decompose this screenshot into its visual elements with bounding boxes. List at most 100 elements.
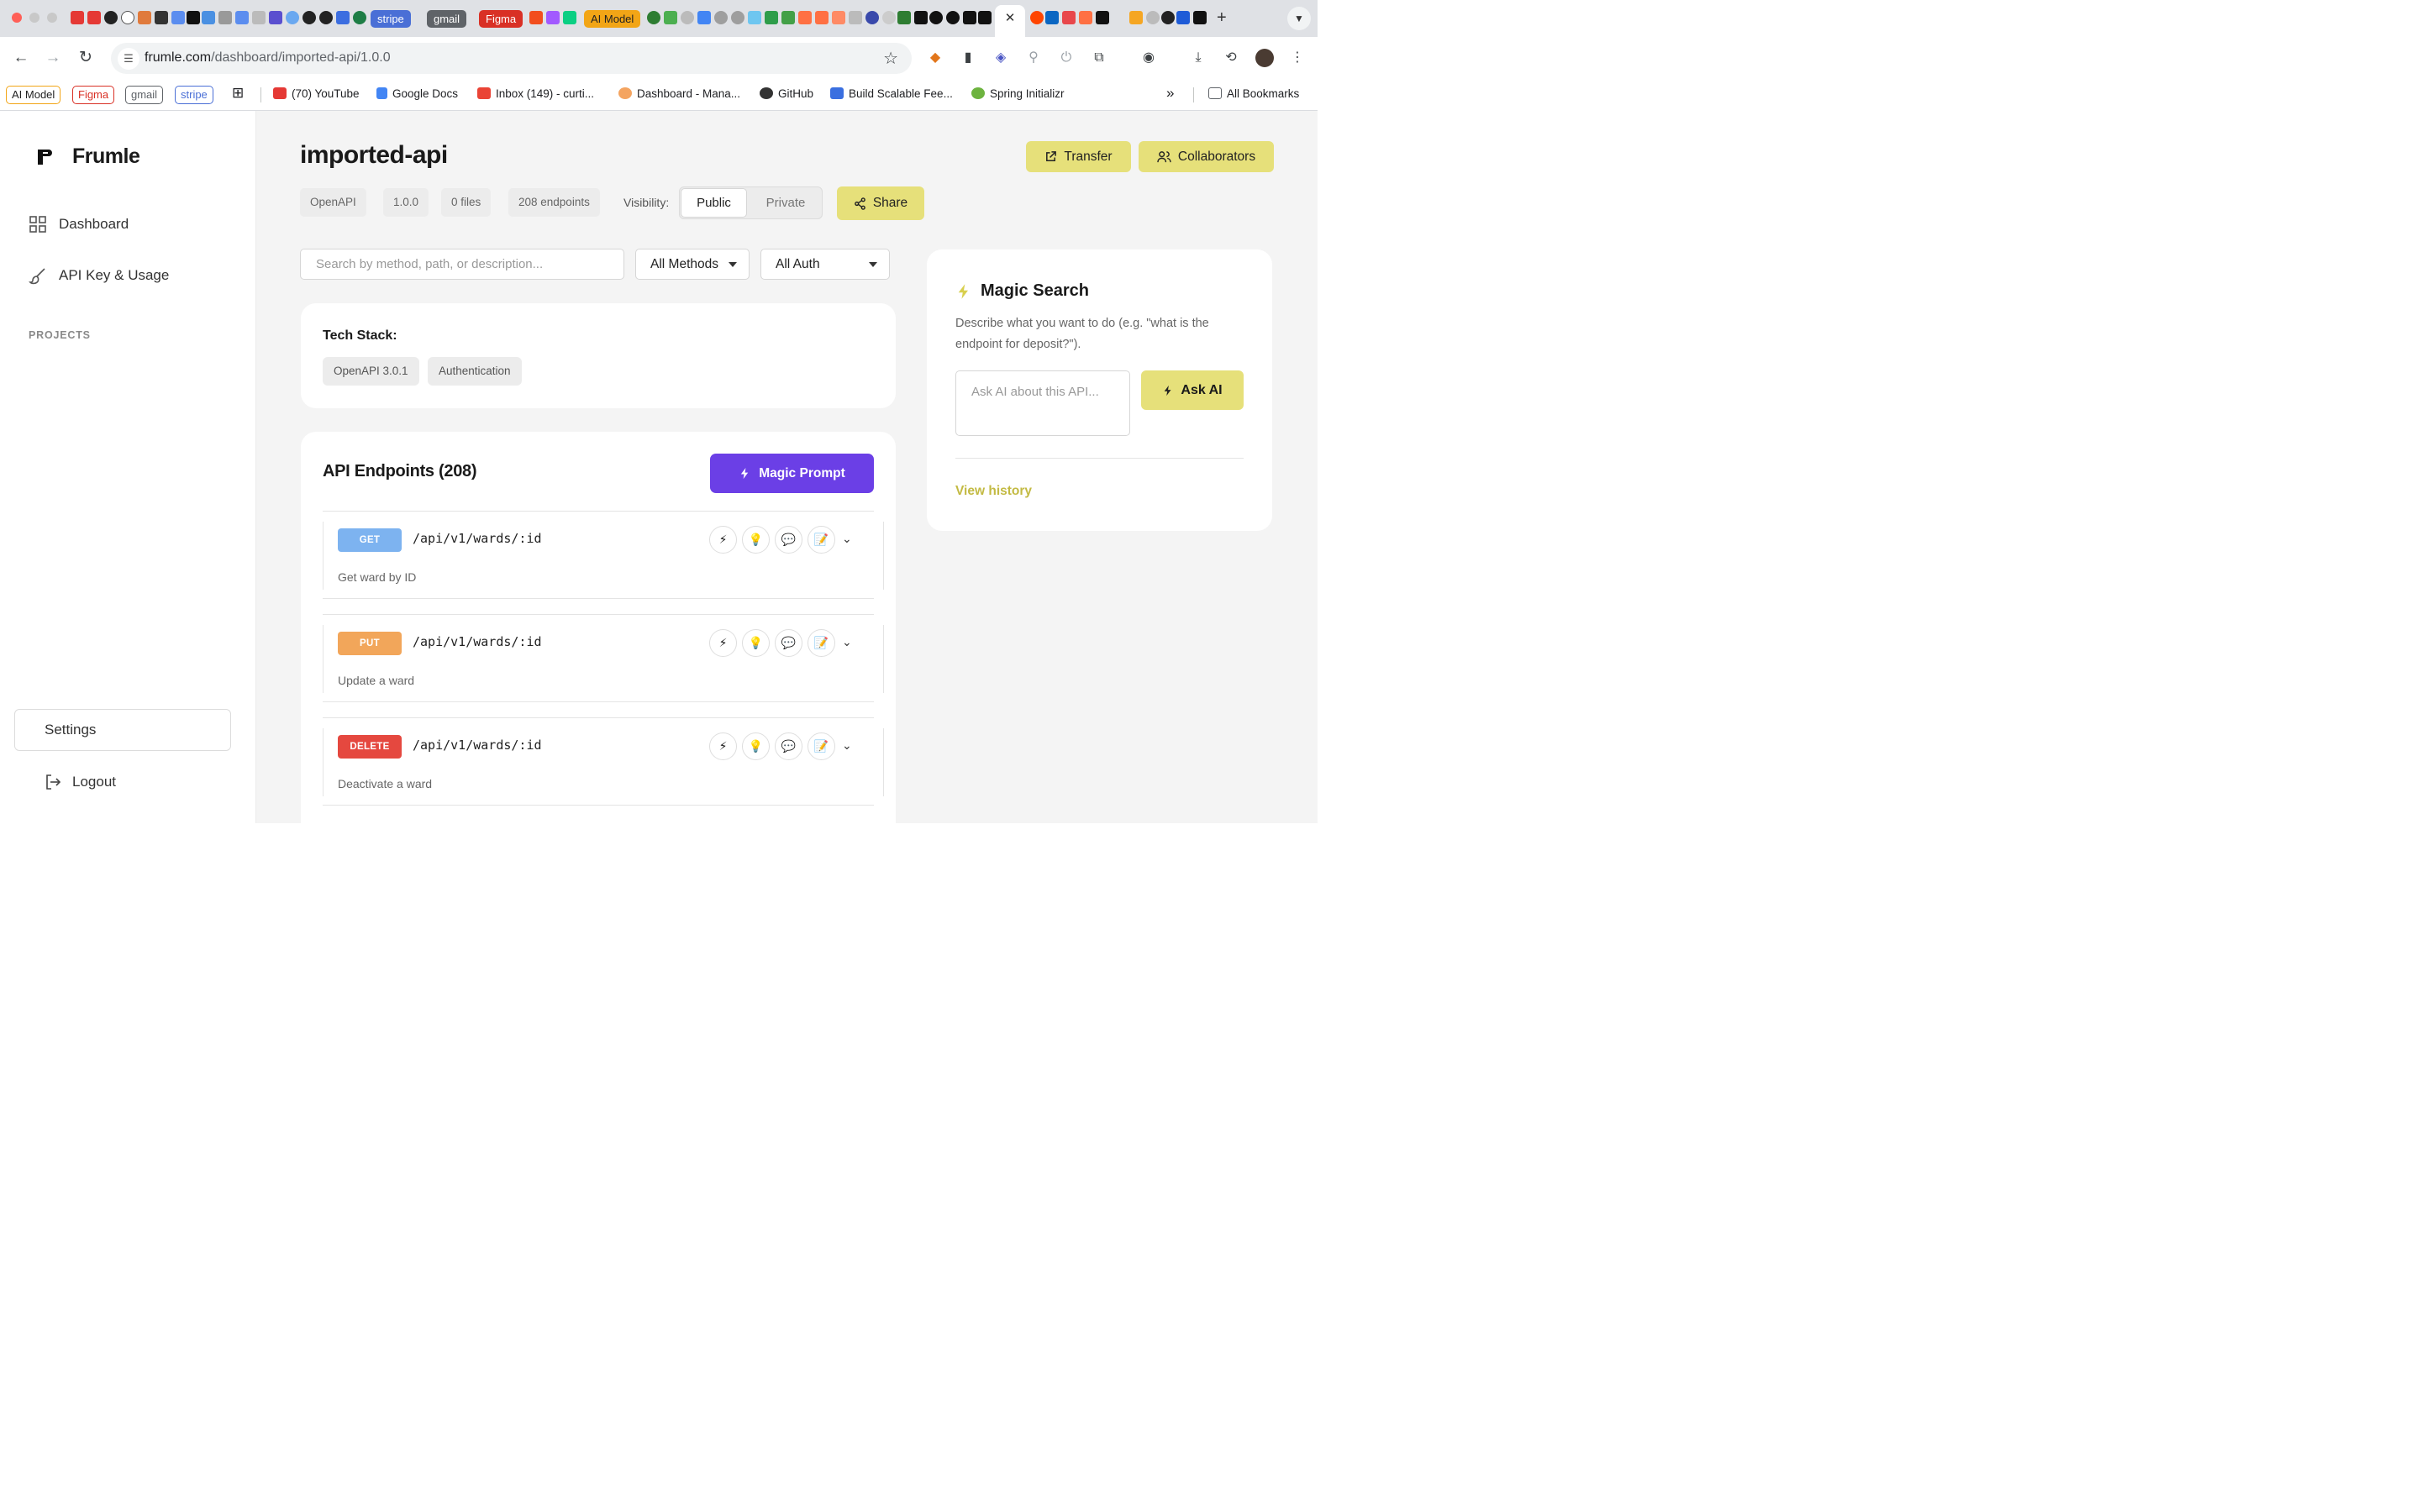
app-tab-icon[interactable]: [664, 11, 677, 24]
app-tab-icon[interactable]: [681, 11, 694, 24]
notes-icon[interactable]: 📝: [808, 629, 835, 657]
new-tab-icon[interactable]: +: [1217, 8, 1227, 28]
comment-icon[interactable]: 💬: [775, 526, 802, 554]
download-icon[interactable]: ⤓: [1189, 49, 1207, 67]
lightbulb-icon[interactable]: 💡: [742, 526, 770, 554]
apple-tab-icon[interactable]: [218, 11, 232, 24]
bookmark-gmail-inbox[interactable]: Inbox (149) - curti...: [477, 87, 594, 100]
comment-icon[interactable]: 💬: [775, 629, 802, 657]
lightbulb-icon[interactable]: 💡: [742, 732, 770, 760]
figma-tab-icon[interactable]: [563, 11, 576, 24]
auth-filter-select[interactable]: All Auth: [760, 249, 890, 280]
address-url[interactable]: frumle.com/dashboard/imported-api/1.0.0: [145, 50, 391, 66]
profile-avatar[interactable]: [1255, 49, 1274, 67]
bookmarks-overflow-icon[interactable]: »: [1166, 85, 1174, 102]
power-extension-icon[interactable]: ⏻: [1057, 49, 1076, 67]
app-tab-icon[interactable]: [319, 11, 333, 24]
app-tab-icon[interactable]: [865, 11, 879, 24]
back-arrow-icon[interactable]: ←: [10, 47, 32, 69]
app-tab-icon[interactable]: [1062, 11, 1076, 24]
mail-tab-icon[interactable]: [235, 11, 249, 24]
performance-icon[interactable]: ⟲: [1222, 49, 1240, 67]
app-tab-icon[interactable]: [1176, 11, 1190, 24]
bookmark-chip-gmail[interactable]: gmail: [125, 86, 164, 104]
visibility-private-option[interactable]: Private: [750, 188, 821, 218]
youtube-tab-icon[interactable]: [71, 11, 84, 24]
notes-icon[interactable]: 📝: [808, 526, 835, 554]
person-extension-icon[interactable]: ⚲: [1024, 49, 1043, 67]
app-tab-icon[interactable]: [1096, 11, 1109, 24]
figma-tab-icon[interactable]: [546, 11, 560, 24]
app-tab-icon[interactable]: [798, 11, 812, 24]
logout-button[interactable]: Logout: [44, 773, 116, 791]
bookmark-chip-stripe[interactable]: stripe: [175, 86, 213, 104]
app-tab-icon[interactable]: [849, 11, 862, 24]
address-bar[interactable]: ☰ frumle.com/dashboard/imported-api/1.0.…: [111, 43, 912, 74]
endpoint-row[interactable]: DELETE/api/v1/wards/:id Deactivate a ward…: [323, 717, 884, 806]
bookmark-google-docs[interactable]: Google Docs: [376, 87, 458, 100]
app-tab-icon[interactable]: [882, 11, 896, 24]
lightbulb-icon[interactable]: 💡: [742, 629, 770, 657]
translate-tab-icon[interactable]: [697, 11, 711, 24]
ask-ai-button[interactable]: Ask AI: [1141, 370, 1244, 410]
app-tab-icon[interactable]: [832, 11, 845, 24]
all-bookmarks[interactable]: All Bookmarks: [1208, 87, 1299, 100]
openai-tab-icon[interactable]: [104, 11, 118, 24]
endpoint-row[interactable]: GET/api/v1/wards/:id Get ward by ID ⚡ 💡 💬 📝 ⌄: [323, 511, 884, 599]
chevron-down-icon[interactable]: ⌄: [842, 635, 852, 649]
ask-ai-textarea[interactable]: Ask AI about this API...: [955, 370, 1130, 436]
tab-chip-stripe[interactable]: stripe: [371, 10, 411, 28]
bookmark-build-scalable[interactable]: Build Scalable Fee...: [830, 87, 953, 100]
app-tab-icon[interactable]: [286, 11, 299, 24]
run-icon[interactable]: ⚡: [709, 526, 737, 554]
comment-icon[interactable]: 💬: [775, 732, 802, 760]
view-history-link[interactable]: View history: [955, 484, 1032, 499]
endpoint-row[interactable]: PUT/api/v1/wards/:id Update a ward ⚡ 💡 💬 📝 ⌄: [323, 614, 884, 702]
shield-extension-icon[interactable]: ◈: [992, 49, 1010, 67]
bookmark-youtube[interactable]: (70) YouTube: [273, 87, 360, 100]
app-tab-icon[interactable]: [302, 11, 316, 24]
bookmark-chip-ai-model[interactable]: AI Model: [6, 86, 61, 104]
run-icon[interactable]: ⚡: [709, 629, 737, 657]
chevron-down-icon[interactable]: ⌄: [842, 532, 852, 546]
app-tab-icon[interactable]: [171, 11, 185, 24]
extensions-puzzle-icon[interactable]: ⧉: [1090, 49, 1108, 67]
site-info-icon[interactable]: ☰: [118, 48, 139, 70]
browser-menu-icon[interactable]: ⋮: [1288, 49, 1307, 67]
app-tab-icon[interactable]: [1193, 11, 1207, 24]
phone-extension-icon[interactable]: ▮: [959, 49, 977, 67]
bookmark-spring-initializr[interactable]: Spring Initializr: [971, 87, 1065, 100]
bookmark-star-icon[interactable]: ☆: [883, 48, 898, 69]
visibility-public-option[interactable]: Public: [681, 188, 747, 218]
app-tab-icon[interactable]: [1146, 11, 1160, 24]
magic-prompt-button[interactable]: Magic Prompt: [710, 454, 874, 493]
app-tab-icon[interactable]: [748, 11, 761, 24]
youtube-tab-icon[interactable]: [87, 11, 101, 24]
app-tab-icon[interactable]: [963, 11, 976, 24]
endpoint-search-input[interactable]: Search by method, path, or description..…: [300, 249, 624, 280]
app-tab-icon[interactable]: [1129, 11, 1143, 24]
reddit-tab-icon[interactable]: [1030, 11, 1044, 24]
app-tab-icon[interactable]: [353, 11, 366, 24]
threads-tab-icon[interactable]: [121, 11, 134, 24]
app-tab-icon[interactable]: [269, 11, 282, 24]
minimize-window-button[interactable]: [29, 13, 39, 23]
app-tab-icon[interactable]: [731, 11, 744, 24]
app-tab-icon[interactable]: [187, 11, 200, 24]
run-icon[interactable]: ⚡: [709, 732, 737, 760]
screenshot-extension-icon[interactable]: ◉: [1139, 49, 1158, 67]
app-tab-icon[interactable]: [252, 11, 266, 24]
tab-chip-gmail[interactable]: gmail: [427, 10, 467, 28]
close-window-button[interactable]: [12, 13, 22, 23]
chevron-down-icon[interactable]: ⌄: [842, 738, 852, 753]
tab-chip-ai-model[interactable]: AI Model: [584, 10, 641, 28]
collaborators-button[interactable]: Collaborators: [1139, 141, 1274, 172]
figma-tab-icon[interactable]: [529, 11, 543, 24]
metamask-extension-icon[interactable]: ◆: [926, 49, 944, 67]
app-tab-icon[interactable]: [946, 11, 960, 24]
tab-chip-figma[interactable]: Figma: [479, 10, 523, 28]
app-tab-icon[interactable]: [914, 11, 928, 24]
settings-button[interactable]: Settings: [14, 709, 231, 751]
app-tab-icon[interactable]: [781, 11, 795, 24]
tab-search-chevron-icon[interactable]: ▼: [1287, 7, 1311, 30]
